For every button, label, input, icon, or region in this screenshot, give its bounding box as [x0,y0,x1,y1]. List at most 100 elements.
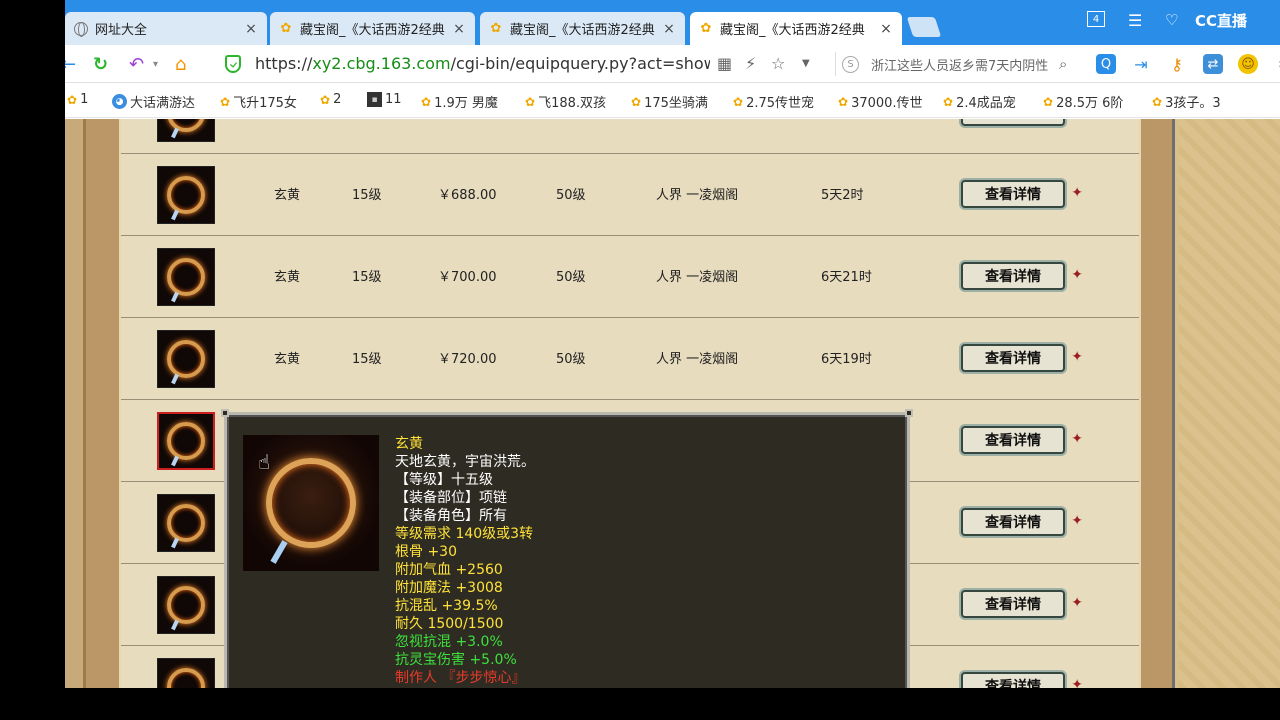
bonus-line: 抗灵宝伤害 +5.0% [395,652,517,668]
item-level: 15级 [352,352,382,367]
extension-login-icon[interactable]: ⇥ [1131,54,1151,74]
extension-translate-icon[interactable]: ⇄ [1203,54,1223,74]
necklace-icon [167,119,205,132]
tab-2[interactable]: ✿ 藏宝阁_《大话西游2经典 × [480,12,685,45]
reload-icon[interactable]: ↻ [93,52,108,76]
chick-icon: ✿ [631,94,642,109]
bookmark-item[interactable]: ✿ 28.5万 6阶 [1043,92,1123,112]
close-icon[interactable]: × [451,21,467,37]
extension-search-icon[interactable]: Q [1096,54,1116,74]
extension-key-icon[interactable]: ⚷ [1167,54,1187,74]
item-thumbnail[interactable] [157,166,215,224]
search-input[interactable]: S 浙江这些人员返乡需7天内阴性 ⌕ [835,52,1075,76]
chick-icon: ✿ [421,94,432,109]
frame-right-border [1139,119,1280,688]
necklace-icon [167,504,205,542]
bookmark-item[interactable]: ✿ 3孩子。3 [1152,92,1221,112]
window-count-icon[interactable]: 4 [1087,11,1105,27]
table-row[interactable]: 查看详情✦ [121,119,1139,153]
close-icon[interactable]: × [878,21,894,37]
tab-1[interactable]: ✿ 藏宝阁_《大话西游2经典 × [270,12,475,45]
view-details-button[interactable]: 查看详情✦ [961,672,1083,688]
necklace-icon [167,176,205,214]
view-details-button[interactable]: 查看详情✦ [961,344,1083,372]
chick-icon: ✿ [320,92,331,107]
menu-icon[interactable]: ☰ [1128,8,1142,32]
item-price: ￥700.00 [438,270,497,285]
page-content: 查看详情✦ 玄黄 15级 ￥688.00 50级 人界 一凌烟阁 5天2时 查看… [65,119,1280,688]
qr-grid-icon[interactable]: ▦ [717,54,732,73]
item-requirement: 50级 [556,270,586,285]
item-server: 人界 一凌烟阁 [656,270,739,285]
view-details-button[interactable]: 查看详情✦ [961,590,1083,618]
item-name: 玄黄 [274,188,301,203]
bookmark-item[interactable]: ✿ 2.75传世宠 [733,92,814,112]
new-tab-button[interactable] [906,17,942,37]
table-row[interactable]: 玄黄 15级 ￥688.00 50级 人界 一凌烟阁 5天2时 查看详情 ✦ [121,153,1139,235]
item-thumbnail[interactable] [157,412,215,470]
skin-icon[interactable]: ♡ [1165,8,1178,32]
bookmark-item[interactable]: ✿ 2.4成品宠 [943,92,1016,112]
item-requirement: 50级 [556,188,586,203]
bookmark-item[interactable]: ✿ 飞188.双孩 [525,92,606,112]
chick-icon: ✿ [1043,94,1054,109]
item-slot: 【装备部位】项链 [395,490,507,506]
item-stats: 玄黄 天地玄黄，宇宙洪荒。 【等级】十五级 【装备部位】项链 【装备角色】所有 … [395,435,535,687]
star-icon[interactable]: ☆ [771,54,785,73]
secure-shield-icon[interactable] [225,55,241,73]
item-price: ￥688.00 [438,188,497,203]
url-field[interactable]: https://xy2.cbg.163.com/cgi-bin/equipque… [255,54,710,73]
item-time-left: 5天2时 [821,188,864,203]
tab-3[interactable]: ✿ 藏宝阁_《大话西游2经典 × [690,12,902,45]
item-server: 人界 一凌烟阁 [656,188,739,203]
table-row[interactable]: 玄黄 15级 ￥720.00 50级 人界 一凌烟阁 6天19时 查看详情 ✦ [121,317,1139,399]
cc-live-button[interactable]: CC直播 [1195,8,1247,32]
item-thumbnail[interactable] [157,658,215,688]
url-protocol: https:// [255,54,313,73]
bookmark-item[interactable]: ✿ 1 [67,92,88,107]
home-icon[interactable]: ⌂ [175,52,186,76]
bookmark-item[interactable]: ✿ 2 [320,92,341,107]
view-details-button[interactable]: 查看详情✦ [961,426,1083,454]
view-details-button[interactable]: 查看详情✦ [961,180,1083,208]
necklace-icon [167,668,205,688]
item-thumbnail[interactable] [157,119,215,142]
tab-0[interactable]: 网址大全 × [65,12,267,45]
view-details-button[interactable]: 查看详情✦ [961,119,1065,126]
item-thumbnail[interactable] [157,494,215,552]
chick-icon: ✿ [490,21,502,36]
more-icon[interactable]: › [1271,54,1280,74]
bookmark-item[interactable]: ✿ 175坐骑满 [631,92,708,112]
bookmark-item[interactable]: ▪ 11 [367,92,402,107]
lightning-icon[interactable]: ⚡ [745,54,756,73]
close-icon[interactable]: × [661,21,677,37]
tooltip-corner [905,409,913,417]
extension-emoji-icon[interactable]: ☺ [1238,54,1258,74]
search-icon[interactable]: ⌕ [1059,55,1067,73]
close-icon[interactable]: × [243,21,259,37]
bookmark-item[interactable]: ◕ 大话满游达 [112,92,195,111]
search-engine-icon[interactable]: S [842,55,859,73]
chevron-down-icon[interactable]: ▼ [802,58,810,69]
back-icon[interactable]: ← [65,52,76,76]
chick-icon: ✿ [67,92,78,107]
tab-bar: 网址大全 × ✿ 藏宝阁_《大话西游2经典 × ✿ 藏宝阁_《大话西游2经典 ×… [65,0,1280,45]
chevron-down-icon[interactable]: ▾ [153,52,158,76]
stat-line: 附加气血 +2560 [395,562,503,578]
bookmark-item[interactable]: ✿ 1.9万 男魔 [421,92,498,112]
chick-icon: ✿ [733,94,744,109]
undo-icon[interactable]: ↶ [129,52,144,76]
view-details-button[interactable]: 查看详情✦ [961,262,1083,290]
item-thumbnail[interactable] [157,248,215,306]
bookmark-item[interactable]: ✿ 飞升175女 [220,92,297,112]
tab-label: 藏宝阁_《大话西游2经典 [510,23,655,38]
view-details-button[interactable]: 查看详情✦ [961,508,1083,536]
item-time-left: 6天19时 [821,352,872,367]
item-server: 人界 一凌烟阁 [656,352,739,367]
table-row[interactable]: 玄黄 15级 ￥700.00 50级 人界 一凌烟阁 6天21时 查看详情 ✦ [121,235,1139,317]
bookmark-item[interactable]: ✿ 37000.传世 [838,92,923,112]
item-thumbnail[interactable] [157,576,215,634]
item-name: 玄黄 [274,352,301,367]
chick-icon: ✿ [700,21,712,36]
item-thumbnail[interactable] [157,330,215,388]
